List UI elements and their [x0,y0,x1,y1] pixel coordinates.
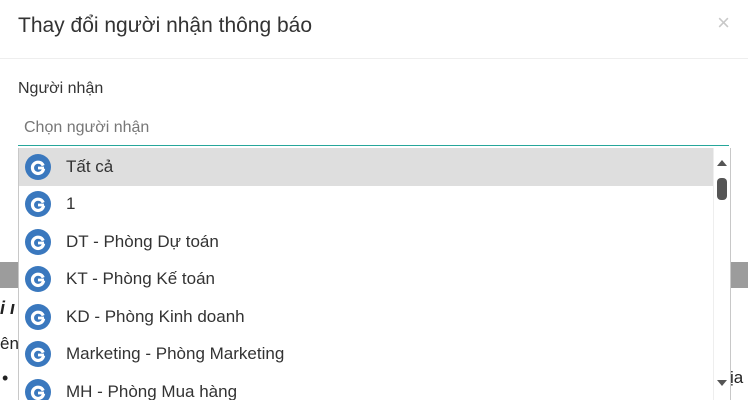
dropdown-option[interactable]: MH - Phòng Mua hàng [19,373,730,400]
dropdown-option-label: KT - Phòng Kế toán [66,269,216,289]
dropdown-option[interactable]: 1 [19,186,730,224]
background-text-fragment: ên [0,334,19,353]
dropdown-option-label: 1 [66,194,76,214]
group-g-icon [25,341,51,368]
dropdown-option-label: KD - Phòng Kinh doanh [66,306,245,326]
dropdown-options: Tất cả 1 DT - Phòng Dự toán KT - Phòng Kế t… [19,148,730,400]
recipient-field-label: Người nhận [18,80,104,97]
background-bullet: • [2,368,9,388]
group-g-icon [25,303,51,330]
dropdown-option-label: DT - Phòng Dự toán [66,231,219,251]
dialog-header: Thay đổi người nhận thông báo × [0,0,748,59]
dropdown-scrollbar[interactable] [713,148,730,400]
group-g-icon [25,191,51,218]
dropdown-option[interactable]: Marketing - Phòng Marketing [19,336,730,374]
dropdown-option-label: Tất cả [66,156,114,176]
recipient-search-input[interactable] [18,110,729,146]
close-button[interactable]: × [717,10,730,36]
group-g-icon [25,228,51,255]
dropdown-option-label: MH - Phòng Mua hàng [66,381,238,400]
dropdown-option[interactable]: Tất cả [19,148,730,186]
group-g-icon [25,378,51,400]
background-text-fragment: i ı [0,298,16,318]
dialog-title: Thay đổi người nhận thông báo [18,14,313,37]
background-text-fragment: ịa [730,368,744,387]
dropdown-option-label: Marketing - Phòng Marketing [66,344,285,364]
dropdown-option[interactable]: KD - Phòng Kinh doanh [19,298,730,336]
group-g-icon [25,153,51,180]
group-g-icon [25,266,51,293]
dropdown-option[interactable]: KT - Phòng Kế toán [19,261,730,299]
recipient-dropdown-list[interactable]: Tất cả 1 DT - Phòng Dự toán KT - Phòng Kế t… [18,148,731,400]
scroll-up-arrow-icon[interactable] [717,160,727,166]
dropdown-option[interactable]: DT - Phòng Dự toán [19,223,730,261]
scroll-thumb[interactable] [717,178,727,200]
scroll-down-arrow-icon[interactable] [717,380,727,386]
